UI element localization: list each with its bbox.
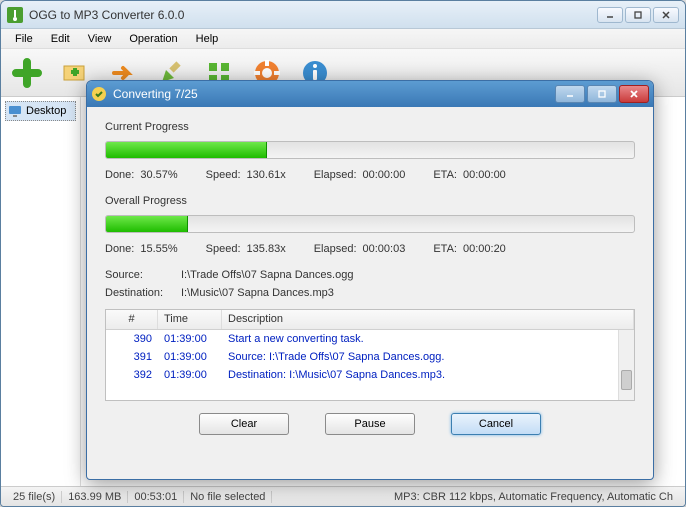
status-selection: No file selected	[184, 491, 272, 503]
scroll-thumb[interactable]	[621, 370, 632, 390]
main-minimize-button[interactable]	[597, 7, 623, 23]
pause-button[interactable]: Pause	[325, 413, 415, 435]
log-cell-desc: Start a new converting task.	[222, 333, 634, 345]
current-eta-label: ETA:	[433, 169, 457, 181]
log-header-time[interactable]: Time	[158, 310, 222, 329]
overall-speed-value: 135.83x	[247, 243, 286, 255]
source-path: I:\Trade Offs\07 Sapna Dances.ogg	[181, 269, 353, 281]
log-row[interactable]: 39201:39:00Destination: I:\Music\07 Sapn…	[106, 366, 634, 384]
menu-help[interactable]: Help	[188, 31, 227, 47]
dialog-icon	[91, 86, 107, 102]
log-cell-time: 01:39:00	[158, 351, 222, 363]
log-cell-time: 01:39:00	[158, 333, 222, 345]
overall-speed-label: Speed:	[206, 243, 241, 255]
menu-view[interactable]: View	[80, 31, 120, 47]
current-progress-bar	[105, 141, 635, 159]
dialog-title: Converting 7/25	[113, 87, 555, 101]
overall-progress-label: Overall Progress	[105, 195, 635, 207]
overall-stats: Done: 15.55% Speed: 135.83x Elapsed: 00:…	[105, 243, 635, 255]
dialog-minimize-button[interactable]	[555, 85, 585, 103]
log-cell-num: 391	[106, 351, 158, 363]
log-row[interactable]: 39001:39:00Start a new converting task.	[106, 330, 634, 348]
tree-item-desktop[interactable]: Desktop	[5, 101, 76, 121]
overall-done-label: Done:	[105, 243, 134, 255]
status-size: 163.99 MB	[62, 491, 128, 503]
add-file-button[interactable]	[7, 53, 47, 93]
current-elapsed-value: 00:00:00	[363, 169, 406, 181]
log-cell-num: 390	[106, 333, 158, 345]
current-done-label: Done:	[105, 169, 134, 181]
overall-progress-fill	[106, 216, 188, 232]
log-scrollbar[interactable]	[618, 330, 634, 400]
log-header: # Time Description	[106, 310, 634, 330]
log-row[interactable]: 39101:39:00Source: I:\Trade Offs\07 Sapn…	[106, 348, 634, 366]
status-files: 25 file(s)	[7, 491, 62, 503]
destination-label: Destination:	[105, 287, 181, 299]
log-cell-time: 01:39:00	[158, 369, 222, 381]
destination-path: I:\Music\07 Sapna Dances.mp3	[181, 287, 334, 299]
overall-elapsed-label: Elapsed:	[314, 243, 357, 255]
main-close-button[interactable]	[653, 7, 679, 23]
overall-elapsed-value: 00:00:03	[363, 243, 406, 255]
current-progress-fill	[106, 142, 267, 158]
log-header-num[interactable]: #	[106, 310, 158, 329]
current-eta-value: 00:00:00	[463, 169, 506, 181]
main-maximize-button[interactable]	[625, 7, 651, 23]
log-cell-desc: Destination: I:\Music\07 Sapna Dances.mp…	[222, 369, 634, 381]
converting-dialog: Converting 7/25 Current Progress Done: 3…	[86, 80, 654, 480]
overall-done-value: 15.55%	[140, 243, 177, 255]
log-cell-desc: Source: I:\Trade Offs\07 Sapna Dances.og…	[222, 351, 634, 363]
desktop-icon	[8, 104, 22, 118]
menu-edit[interactable]: Edit	[43, 31, 78, 47]
overall-eta-label: ETA:	[433, 243, 457, 255]
current-done-value: 30.57%	[140, 169, 177, 181]
current-progress-label: Current Progress	[105, 121, 635, 133]
status-bar: 25 file(s) 163.99 MB 00:53:01 No file se…	[1, 486, 685, 506]
folder-tree[interactable]: Desktop	[1, 97, 81, 486]
current-speed-value: 130.61x	[247, 169, 286, 181]
tree-item-label: Desktop	[26, 105, 66, 117]
dialog-titlebar: Converting 7/25	[87, 81, 653, 107]
current-elapsed-label: Elapsed:	[314, 169, 357, 181]
main-titlebar: OGG to MP3 Converter 6.0.0	[1, 1, 685, 29]
dialog-maximize-button[interactable]	[587, 85, 617, 103]
main-title: OGG to MP3 Converter 6.0.0	[29, 8, 597, 22]
log-table: # Time Description 39001:39:00Start a ne…	[105, 309, 635, 401]
log-header-desc[interactable]: Description	[222, 310, 634, 329]
current-speed-label: Speed:	[206, 169, 241, 181]
status-format: MP3: CBR 112 kbps, Automatic Frequency, …	[272, 491, 679, 503]
menubar: File Edit View Operation Help	[1, 29, 685, 49]
overall-eta-value: 00:00:20	[463, 243, 506, 255]
status-duration: 00:53:01	[128, 491, 184, 503]
clear-button[interactable]: Clear	[199, 413, 289, 435]
source-label: Source:	[105, 269, 181, 281]
dialog-close-button[interactable]	[619, 85, 649, 103]
current-stats: Done: 30.57% Speed: 130.61x Elapsed: 00:…	[105, 169, 635, 181]
cancel-button[interactable]: Cancel	[451, 413, 541, 435]
menu-operation[interactable]: Operation	[121, 31, 185, 47]
menu-file[interactable]: File	[7, 31, 41, 47]
log-cell-num: 392	[106, 369, 158, 381]
app-icon	[7, 7, 23, 23]
overall-progress-bar	[105, 215, 635, 233]
